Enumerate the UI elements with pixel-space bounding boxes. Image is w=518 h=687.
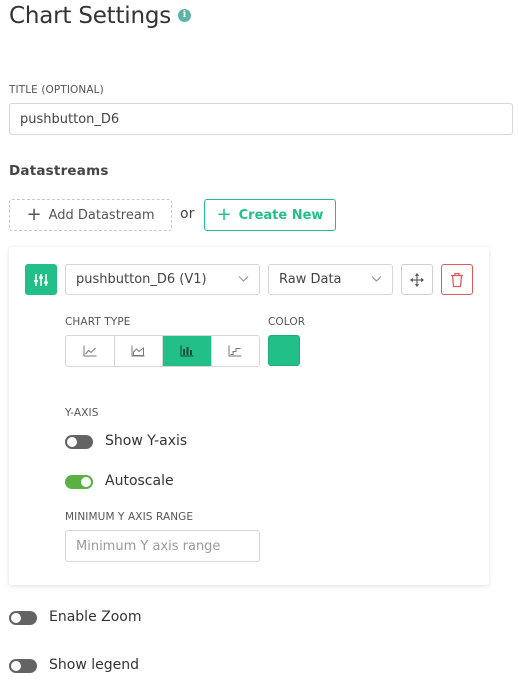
move-arrows-icon — [410, 272, 424, 287]
create-new-label: Create New — [238, 207, 324, 223]
datastream-select-value: pushbutton_D6 (V1) — [76, 272, 207, 287]
bar-chart-icon — [180, 345, 194, 357]
or-separator: or — [180, 206, 195, 222]
area-chart-icon — [131, 345, 145, 357]
chart-type-bar[interactable] — [163, 336, 212, 366]
y-axis-label: Y-AXIS — [65, 407, 99, 419]
enable-zoom-toggle[interactable] — [9, 611, 37, 625]
toggle-knob — [11, 613, 21, 623]
aggregation-select-value: Raw Data — [279, 272, 342, 287]
datastream-settings-button[interactable] — [25, 264, 57, 295]
plus-icon: + — [26, 204, 42, 225]
show-legend-toggle[interactable] — [9, 659, 37, 673]
min-y-range-input[interactable]: Minimum Y axis range — [65, 530, 260, 562]
title-input-value: pushbutton_D6 — [20, 111, 120, 127]
autoscale-toggle[interactable] — [65, 475, 93, 489]
plus-icon: + — [216, 204, 232, 225]
delete-button[interactable] — [441, 264, 473, 295]
color-swatch[interactable] — [268, 335, 300, 366]
toggle-knob — [67, 437, 77, 447]
autoscale-label: Autoscale — [105, 473, 174, 489]
show-legend-label: Show legend — [49, 657, 139, 673]
add-datastream-label: Add Datastream — [48, 207, 155, 223]
aggregation-select[interactable]: Raw Data — [268, 264, 393, 295]
line-chart-icon — [83, 345, 97, 357]
info-icon[interactable]: i — [178, 9, 191, 22]
trash-icon — [451, 272, 463, 287]
datastreams-heading: Datastreams — [9, 163, 109, 179]
step-chart-icon — [228, 345, 242, 357]
show-y-axis-label: Show Y-axis — [105, 433, 188, 449]
datastream-select[interactable]: pushbutton_D6 (V1) — [65, 264, 260, 295]
color-label: COLOR — [268, 316, 306, 328]
chart-type-line[interactable] — [66, 336, 115, 366]
create-new-button[interactable]: + Create New — [204, 199, 336, 231]
add-datastream-button[interactable]: + Add Datastream — [9, 199, 172, 231]
move-button[interactable] — [401, 264, 433, 295]
chart-type-selector — [65, 335, 260, 367]
chevron-down-icon — [238, 276, 249, 282]
chevron-down-icon — [371, 276, 382, 282]
title-field-label: TITLE (OPTIONAL) — [9, 84, 104, 96]
chart-type-area[interactable] — [114, 336, 163, 366]
sliders-icon — [34, 273, 48, 286]
show-y-axis-toggle[interactable] — [65, 435, 93, 449]
title-input[interactable]: pushbutton_D6 — [9, 103, 513, 135]
min-y-range-label: MINIMUM Y AXIS RANGE — [65, 511, 194, 523]
enable-zoom-label: Enable Zoom — [49, 609, 142, 625]
page-title: Chart Settings — [9, 3, 172, 29]
min-y-range-placeholder: Minimum Y axis range — [76, 538, 221, 554]
chart-type-step[interactable] — [211, 336, 259, 366]
toggle-knob — [81, 477, 91, 487]
toggle-knob — [11, 661, 21, 671]
chart-type-label: CHART TYPE — [65, 316, 131, 328]
